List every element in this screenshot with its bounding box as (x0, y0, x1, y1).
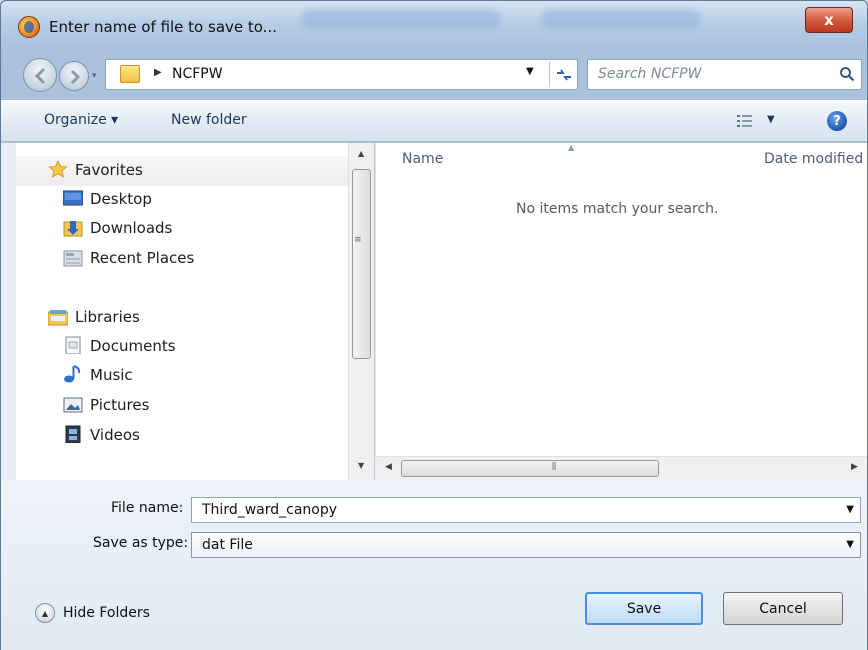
refresh-button[interactable] (549, 62, 577, 87)
star-icon (48, 160, 68, 178)
file-name-input[interactable]: Third_ward_canopy ▼ (191, 497, 861, 523)
cancel-button[interactable]: Cancel (723, 592, 843, 625)
save-button[interactable]: Save (585, 592, 703, 625)
view-dropdown-icon[interactable]: ▼ (767, 114, 775, 125)
videos-icon (65, 425, 81, 443)
scrollbar-thumb[interactable] (352, 169, 371, 359)
documents-icon (65, 336, 81, 354)
horizontal-scrollbar-thumb[interactable]: ⫼ (401, 460, 659, 477)
file-list-horizontal-scrollbar[interactable]: ◀ ⫼ ▶ (375, 456, 867, 480)
column-header-name[interactable]: Name (402, 151, 443, 167)
scroll-up-arrow-icon[interactable]: ▲ (358, 149, 364, 158)
column-header-date-modified[interactable]: Date modified (764, 151, 863, 167)
save-form-area: File name: Third_ward_canopy ▼ Save as t… (1, 480, 867, 650)
save-dialog-window: Enter name of file to save to... x ▾ ▶ N… (0, 0, 868, 650)
arrow-left-icon (34, 67, 46, 85)
search-icon[interactable] (839, 66, 855, 82)
close-button[interactable]: x (805, 7, 853, 33)
scroll-right-arrow-icon[interactable]: ▶ (851, 462, 858, 472)
new-folder-button[interactable]: New folder (171, 112, 247, 128)
folder-icon (120, 65, 140, 83)
libraries-icon (48, 310, 68, 326)
help-icon[interactable]: ? (827, 111, 847, 131)
breadcrumb-current-folder[interactable]: NCFPW (172, 66, 223, 82)
address-bar[interactable]: ▶ NCFPW ▼ (105, 59, 578, 90)
address-dropdown-icon[interactable]: ▼ (526, 66, 534, 77)
file-name-dropdown-icon[interactable]: ▼ (846, 504, 854, 515)
recent-places-icon (63, 250, 83, 267)
window-title: Enter name of file to save to... (49, 18, 277, 36)
sort-ascending-icon: ▲ (568, 143, 575, 152)
command-toolbar: Organize ▾ New folder ▼ ? (1, 100, 867, 142)
chevron-up-icon: ▲ (35, 603, 55, 623)
save-as-type-dropdown-icon[interactable]: ▼ (846, 539, 854, 550)
scroll-left-arrow-icon[interactable]: ◀ (385, 462, 392, 472)
downloads-icon (63, 221, 83, 237)
organize-button[interactable]: Organize ▾ (44, 112, 118, 128)
music-icon (64, 365, 81, 383)
empty-folder-message: No items match your search. (516, 201, 719, 217)
search-input[interactable]: Search NCFPW (587, 59, 862, 90)
desktop-icon (63, 190, 83, 206)
recent-locations-dropdown[interactable]: ▾ (92, 71, 97, 81)
scroll-down-arrow-icon[interactable]: ▼ (358, 461, 364, 470)
horizontal-grip-icon: ⫼ (552, 462, 557, 472)
search-placeholder: Search NCFPW (598, 66, 702, 82)
file-name-value[interactable]: Third_ward_canopy (202, 502, 337, 518)
breadcrumb-arrow-icon[interactable]: ▶ (154, 67, 162, 78)
pictures-icon (63, 397, 83, 413)
firefox-icon (18, 16, 40, 38)
file-list-pane[interactable]: ▲ Name Date modified No items match your… (375, 143, 867, 456)
file-name-label: File name: (111, 500, 184, 516)
view-options-icon[interactable] (737, 114, 753, 128)
refresh-icon (556, 68, 571, 81)
arrow-right-icon (70, 69, 81, 85)
scrollbar-grip-icon: ≡ (354, 235, 362, 245)
save-as-type-select[interactable]: dat File ▼ (191, 532, 861, 558)
navigation-pane-scrollbar[interactable]: ▲ ≡ ▼ (348, 143, 374, 480)
title-bar[interactable]: Enter name of file to save to... x (1, 1, 867, 51)
save-as-type-value: dat File (202, 537, 253, 553)
back-button[interactable] (23, 58, 57, 92)
save-as-type-label: Save as type: (93, 535, 189, 551)
forward-button[interactable] (59, 61, 89, 91)
